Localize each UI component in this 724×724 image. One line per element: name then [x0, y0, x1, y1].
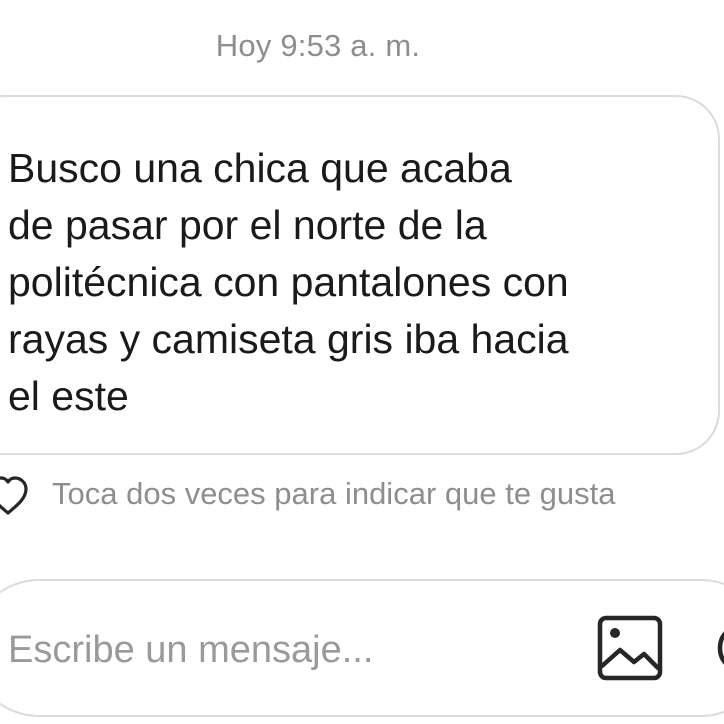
- like-hint-row: Toca dos veces para indicar que te gusta: [0, 474, 724, 518]
- chat-screen: Hoy 9:53 a. m. Busco una chica que acaba…: [0, 0, 724, 724]
- message-input[interactable]: [8, 620, 578, 680]
- message-text: Busco una chica que acaba de pasar por e…: [8, 145, 569, 419]
- heart-icon[interactable]: [0, 474, 30, 518]
- image-icon[interactable]: [596, 614, 664, 682]
- message-timestamp: Hoy 9:53 a. m.: [215, 28, 421, 63]
- sticker-icon[interactable]: [708, 616, 724, 680]
- double-tap-like-hint: Toca dos veces para indicar que te gusta: [52, 476, 616, 511]
